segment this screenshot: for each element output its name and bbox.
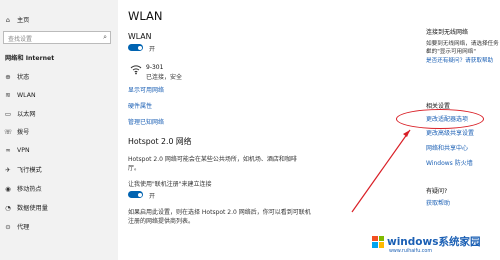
watermark: windows系统家园 (372, 234, 480, 249)
windows-logo-icon (372, 235, 384, 248)
watermark-url: www.ruihaifu.com (389, 249, 433, 254)
watermark-title: windows系统家园 (387, 236, 481, 248)
annotation-arrow (351, 129, 411, 213)
